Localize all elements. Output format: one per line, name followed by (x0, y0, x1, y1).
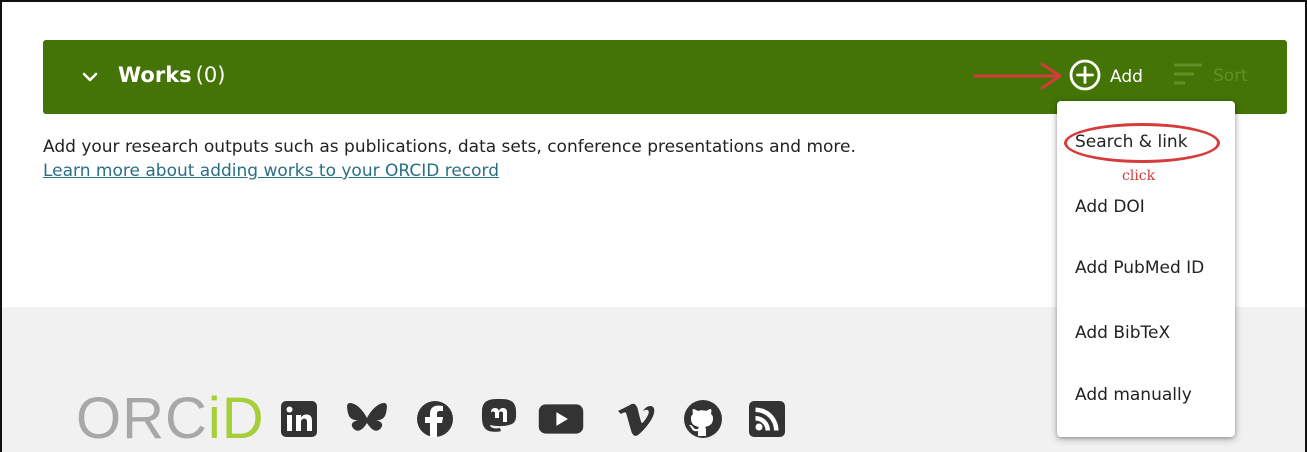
linkedin-icon[interactable] (276, 396, 322, 442)
rss-icon[interactable] (744, 396, 790, 442)
chevron-down-icon[interactable] (78, 62, 102, 92)
orcid-logo-text: ORCiD (76, 386, 265, 451)
github-icon[interactable] (680, 396, 726, 442)
add-label: Add (1110, 67, 1143, 87)
mastodon-icon[interactable] (476, 396, 522, 442)
sort-works-button[interactable]: Sort (1171, 60, 1248, 92)
annotation-click-note: click (1122, 168, 1156, 184)
learn-more-link[interactable]: Learn more about adding works to your OR… (43, 161, 499, 181)
bluesky-icon[interactable] (344, 396, 390, 442)
annotation-arrow (972, 60, 1070, 96)
menu-item-add-bibtex[interactable]: Add BibTeX (1075, 323, 1170, 343)
works-count: (0) (195, 63, 226, 87)
facebook-icon[interactable] (412, 396, 458, 442)
youtube-icon[interactable] (538, 396, 584, 442)
menu-item-add-doi[interactable]: Add DOI (1075, 197, 1145, 217)
menu-item-add-pubmed-id[interactable]: Add PubMed ID (1075, 258, 1204, 278)
add-works-button[interactable]: Add (1068, 58, 1143, 96)
add-circle-icon (1068, 58, 1102, 96)
works-title-label: Works (118, 63, 192, 87)
menu-item-add-manually[interactable]: Add manually (1075, 385, 1192, 405)
works-description: Add your research outputs such as public… (43, 137, 856, 157)
annotation-oval (1064, 123, 1220, 163)
sort-label: Sort (1213, 66, 1248, 86)
sort-icon (1171, 60, 1205, 92)
works-title: Works (0) (118, 63, 225, 87)
vimeo-icon[interactable] (614, 396, 660, 442)
orcid-logo[interactable]: ORCiD (76, 390, 265, 448)
